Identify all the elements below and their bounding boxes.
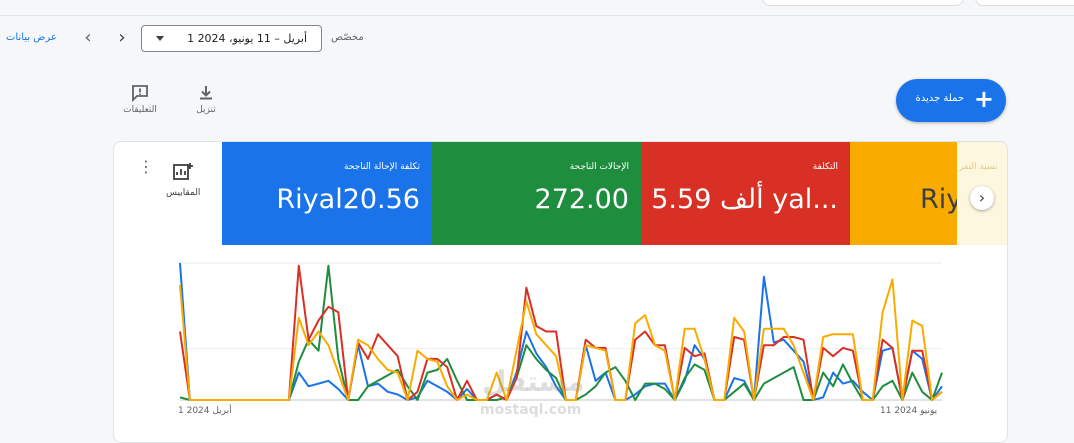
x-axis-end-label: 11 يونيو 2024 — [880, 406, 938, 416]
tile-label: التكلفة — [812, 162, 838, 172]
metrics-icon[interactable] — [172, 162, 194, 182]
download-icon — [200, 86, 212, 100]
watermark-text: mostaql.com — [480, 402, 582, 418]
date-range-text: 1 أبريل – 11 يونيو، 2024 — [187, 32, 307, 45]
watermark-logo: مستقل — [482, 365, 585, 398]
comments-button[interactable]: التعليقات — [110, 84, 170, 115]
metric-tile-conversions[interactable]: الإحالات الناجحة 272.00 — [432, 142, 641, 245]
caret-down-icon — [156, 36, 164, 41]
date-range-picker[interactable]: 1 أبريل – 11 يونيو، 2024 — [141, 25, 322, 52]
metric-tile-cost[interactable]: التكلفة 5.59 ألف yal... — [641, 142, 850, 245]
header-divider — [0, 15, 1074, 16]
tile-value: 272.00 — [534, 184, 629, 215]
plus-icon: + — [973, 85, 994, 113]
x-axis-start-label: 1 أبريل 2024 — [178, 406, 232, 416]
chevron-right-icon[interactable]: › — [113, 29, 131, 47]
comment-icon — [132, 85, 148, 102]
metric-tile-avg-cpc[interactable]: Riyal1. — [850, 142, 957, 245]
range-type-label: مخصّص — [331, 32, 364, 43]
tile-label: الإحالات الناجحة — [569, 162, 629, 172]
more-vert-icon[interactable]: ⋮ — [138, 159, 154, 175]
tile-label: نسبة النقر — [959, 162, 998, 172]
chevron-right-scroll-button[interactable]: › — [970, 186, 994, 210]
top-search-bar[interactable] — [762, 0, 964, 6]
tile-value: 5.59 ألف yal... — [651, 184, 838, 215]
tile-value: Riyal1. — [920, 184, 957, 215]
metrics-label: المقاييس — [166, 188, 201, 198]
comments-label: التعليقات — [123, 105, 157, 115]
new-campaign-label: حملة جديدة — [915, 93, 964, 104]
new-campaign-button[interactable]: + حملة جديدة — [896, 79, 1006, 122]
download-label: تنزيل — [196, 105, 216, 115]
tile-value: Riyal20.56 — [276, 184, 420, 215]
download-button[interactable]: تنزيل — [176, 84, 236, 115]
card-side-controls: ⋮ المقاييس — [114, 142, 222, 245]
metric-tile-cost-per-conversion[interactable]: تكلفة الإحالة الناجحة Riyal20.56 — [222, 142, 432, 245]
top-account-chip[interactable] — [975, 0, 1074, 6]
tile-label: تكلفة الإحالة الناجحة — [344, 162, 420, 172]
chevron-left-icon[interactable]: ‹ — [79, 29, 97, 47]
view-data-link[interactable]: عرض بيانات — [6, 32, 57, 43]
